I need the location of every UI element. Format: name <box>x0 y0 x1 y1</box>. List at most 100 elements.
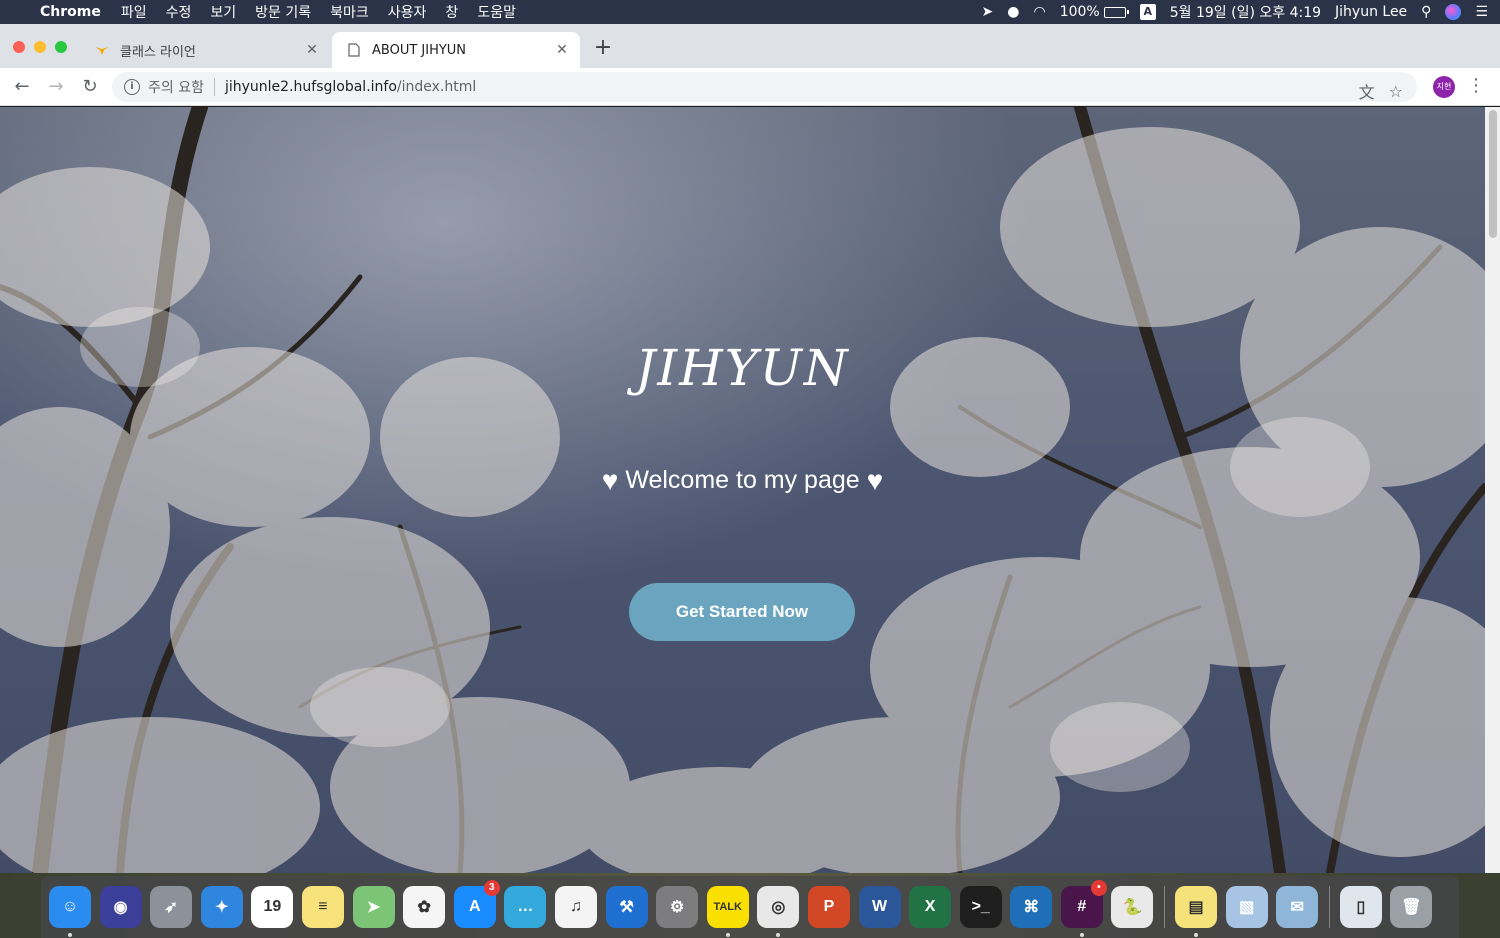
preview-dock-icon[interactable]: ▧ <box>1225 886 1268 928</box>
notes-dock-icon[interactable]: ≡ <box>301 886 344 928</box>
url-host: jihyunle2.hufsglobal.info <box>224 79 397 95</box>
macos-dock: ☺ ◉ ➶ ✦ 19 ≡ ➤ ✿ A 3 … ♫ ⚒ ⚙ TALK ◎ P W X >_ ⌘ # • 🐍 ▤ ▧ ✉ ▯ 🗑 <box>41 876 1459 938</box>
chrome-dock-icon[interactable]: ◎ <box>757 886 800 937</box>
notification-badge: 3 <box>483 880 500 896</box>
python-dock-icon[interactable]: 🐍 <box>1111 886 1154 928</box>
spotlight-search-icon[interactable]: ⚲ <box>1421 4 1431 20</box>
messages-dock-icon[interactable]: … <box>504 886 547 928</box>
tab-about-jihyun[interactable]: ABOUT JIHYUN ✕ <box>332 32 580 68</box>
dock-glyph: … <box>517 898 534 915</box>
vscode-dock-icon[interactable]: ⌘ <box>1010 886 1053 928</box>
running-indicator <box>725 933 730 937</box>
menu-view[interactable]: 보기 <box>210 2 236 22</box>
dock-glyph: ♫ <box>569 898 582 915</box>
slack-dock-icon[interactable]: # • <box>1060 880 1107 937</box>
dock-glyph: ≡ <box>318 898 328 915</box>
menu-bookmarks[interactable]: 북마크 <box>330 2 369 22</box>
itunes-dock-icon[interactable]: ♫ <box>554 886 597 928</box>
address-bar[interactable]: i 주의 요함 jihyunle2.hufsglobal.info/index.… <box>112 72 1417 102</box>
mail-stamp-dock-icon[interactable]: ✉ <box>1276 886 1319 928</box>
finder-dock-icon[interactable]: ☺ <box>49 886 91 937</box>
divider <box>213 78 215 96</box>
menubar-datetime[interactable]: 5월 19일 (일) 오후 4:19 <box>1170 2 1321 22</box>
dock-glyph: ➶ <box>164 899 178 916</box>
window-zoom-button[interactable] <box>55 41 67 53</box>
hero-subtitle-text: Welcome to my page <box>625 466 860 494</box>
heart-icon: ♥ <box>866 465 884 496</box>
tab-close-icon[interactable]: ✕ <box>554 42 570 58</box>
documents-dock-icon[interactable]: ▯ <box>1339 886 1382 928</box>
photos-dock-icon[interactable]: ✿ <box>403 886 446 928</box>
safari-dock-icon[interactable]: ✦ <box>200 886 243 928</box>
notification-center-icon[interactable]: ☰ <box>1475 4 1488 20</box>
notification-badge: • <box>1090 880 1107 896</box>
stickies-dock-icon[interactable]: ▤ <box>1175 886 1218 937</box>
calendar-dock-icon[interactable]: 19 <box>251 886 294 928</box>
dock-glyph: W <box>871 898 888 915</box>
input-source-indicator[interactable]: A <box>1139 4 1156 20</box>
menu-edit[interactable]: 수정 <box>166 2 192 22</box>
dock-glyph: ✦ <box>215 899 229 916</box>
menu-window[interactable]: 창 <box>445 2 458 22</box>
reload-icon[interactable]: ↻ <box>78 75 102 99</box>
terminal-dock-icon[interactable]: >_ <box>959 886 1002 928</box>
menu-people[interactable]: 사용자 <box>388 2 427 22</box>
bookmark-star-icon[interactable]: ☆ <box>1389 82 1403 101</box>
heart-icon: ♥ <box>601 465 619 496</box>
menu-history[interactable]: 방문 기록 <box>255 2 311 22</box>
security-label[interactable]: 주의 요함 <box>148 77 204 97</box>
menu-file[interactable]: 파일 <box>121 2 147 22</box>
menubar-user[interactable]: Jihyun Lee <box>1335 4 1407 20</box>
location-arrow-icon[interactable]: ➤ <box>982 4 994 20</box>
chat-bubble-icon[interactable]: ● <box>1007 4 1019 20</box>
app-store-dock-icon[interactable]: A3 <box>453 880 500 928</box>
dock-separator <box>1328 886 1330 928</box>
new-tab-button[interactable]: + <box>592 37 614 60</box>
wifi-icon[interactable]: ◠ <box>1033 4 1045 20</box>
profile-avatar[interactable]: 지현 <box>1433 76 1455 98</box>
window-close-button[interactable] <box>13 41 25 53</box>
powerpoint-dock-icon[interactable]: P <box>807 886 850 928</box>
kakaotalk-dock-icon[interactable]: TALK <box>706 886 749 937</box>
siri-icon[interactable] <box>1445 4 1462 20</box>
window-minimize-button[interactable] <box>34 41 46 53</box>
siri-dock-icon[interactable]: ◉ <box>99 886 142 928</box>
dock-glyph: ☺ <box>61 898 79 915</box>
page-favicon-icon <box>346 42 362 58</box>
translate-icon[interactable]: 文 <box>1359 79 1375 103</box>
battery-status[interactable]: 100% <box>1059 4 1129 20</box>
dock-glyph: P <box>823 898 835 915</box>
maps-dock-icon[interactable]: ➤ <box>352 886 395 928</box>
system-preferences-dock-icon[interactable]: ⚙ <box>656 886 699 928</box>
tab-close-icon[interactable]: ✕ <box>304 42 320 58</box>
menu-help[interactable]: 도움말 <box>477 2 516 22</box>
xcode-dock-icon[interactable]: ⚒ <box>605 886 648 928</box>
tab-class-lion[interactable]: 클래스 라이언 ✕ <box>80 32 330 68</box>
dock-glyph: X <box>924 898 936 915</box>
info-icon[interactable]: i <box>124 79 140 95</box>
hero-subtitle: ♥ Welcome to my page ♥ <box>0 465 1485 497</box>
dock-glyph: ✉ <box>1290 899 1304 916</box>
menubar-status-area: ➤ ● ◠ 100% A 5월 19일 (일) 오후 4:19 Jihyun L… <box>968 0 1488 24</box>
forward-arrow-icon[interactable]: → <box>44 75 68 99</box>
dock-glyph: ✿ <box>417 899 431 916</box>
word-dock-icon[interactable]: W <box>858 886 901 928</box>
excel-dock-icon[interactable]: X <box>909 886 952 928</box>
back-arrow-icon[interactable]: ← <box>10 75 34 99</box>
battery-icon <box>1103 6 1129 18</box>
dock-glyph: 19 <box>263 898 282 915</box>
lion-favicon-icon <box>94 42 110 58</box>
running-indicator <box>1079 933 1084 937</box>
chrome-menu-icon[interactable]: ⋮ <box>1466 74 1486 98</box>
menu-app-name[interactable]: Chrome <box>40 4 101 20</box>
trash-dock-icon[interactable]: 🗑 <box>1390 886 1433 928</box>
launchpad-dock-icon[interactable]: ➶ <box>150 886 193 928</box>
get-started-button[interactable]: Get Started Now <box>629 583 855 641</box>
battery-percent: 100% <box>1059 4 1100 20</box>
dock-glyph: ◉ <box>113 899 128 916</box>
page-scrollbar-thumb[interactable] <box>1489 110 1497 238</box>
running-indicator <box>776 933 781 937</box>
dock-separator <box>1164 886 1166 928</box>
dock-glyph: ▯ <box>1356 899 1366 916</box>
dock-glyph: ▤ <box>1188 899 1204 916</box>
